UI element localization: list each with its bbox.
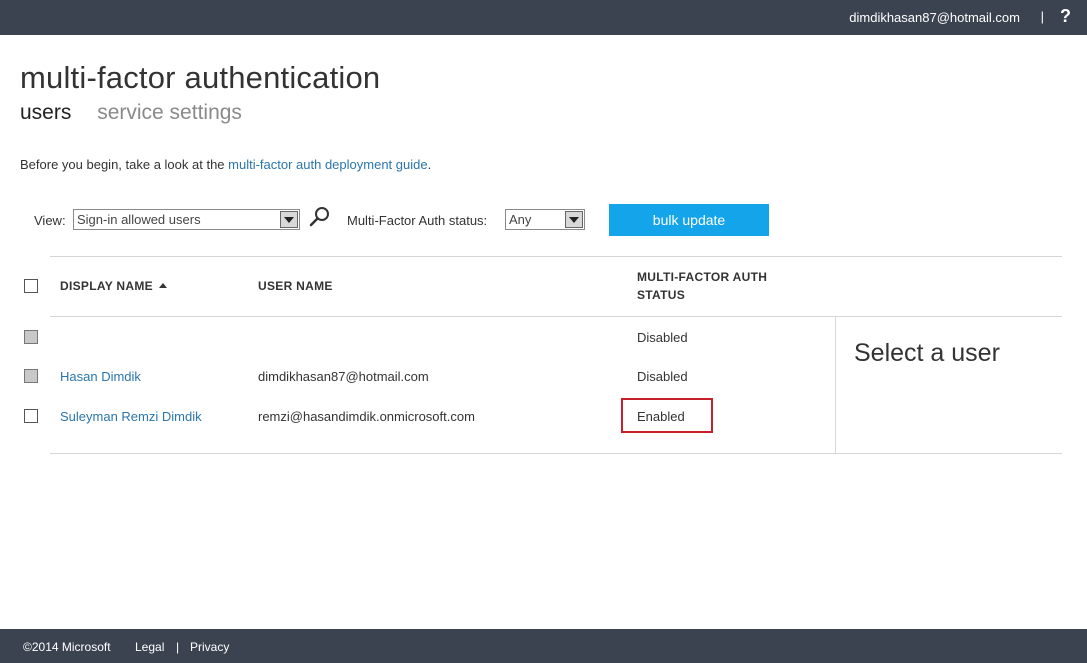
chevron-down-icon[interactable] [565, 211, 583, 228]
row-checkbox[interactable] [24, 369, 38, 383]
row-checkbox[interactable] [24, 330, 38, 344]
tab-users[interactable]: users [20, 101, 71, 124]
select-all-checkbox[interactable] [24, 279, 38, 293]
detail-panel-divider [835, 317, 836, 453]
account-name-link[interactable]: dimdikhasan87@hotmail.com [849, 10, 1020, 25]
help-icon[interactable]: ? [1060, 6, 1071, 27]
row-user-name: dimdikhasan87@hotmail.com [258, 369, 429, 384]
mfa-status-select-value: Any [509, 212, 532, 227]
intro-text: Before you begin, take a look at the mul… [20, 157, 431, 172]
header-divider [50, 316, 1062, 317]
chevron-down-icon[interactable] [280, 211, 298, 228]
column-header-mfa-status-line1[interactable]: MULTI-FACTOR AUTH [637, 270, 767, 284]
tab-service-settings[interactable]: service settings [97, 101, 242, 124]
row-checkbox[interactable] [24, 409, 38, 423]
footer-copyright: ©2014 Microsoft [23, 640, 111, 654]
column-header-mfa-status-line2[interactable]: STATUS [637, 288, 685, 302]
mfa-status-select[interactable]: Any [505, 209, 585, 230]
intro-text-end: . [427, 157, 432, 172]
footer-privacy-link[interactable]: Privacy [190, 640, 229, 654]
table-top-border [50, 256, 1062, 257]
search-icon[interactable] [309, 206, 331, 228]
deployment-guide-link[interactable]: multi-factor auth deployment guide [228, 157, 427, 172]
view-select[interactable]: Sign-in allowed users [73, 209, 300, 230]
footer: ©2014 Microsoft Legal | Privacy [0, 629, 1087, 663]
footer-separator: | [176, 640, 180, 654]
topbar-separator: | [1040, 9, 1044, 24]
view-label: View: [34, 213, 66, 228]
intro-text-start: Before you begin, take a look at the [20, 157, 229, 172]
table-bottom-border [50, 453, 1062, 454]
filter-row: View: Sign-in allowed users Multi-Factor… [34, 204, 774, 236]
page-title: multi-factor authentication [20, 60, 381, 95]
row-user-name: remzi@hasandimdik.onmicrosoft.com [258, 409, 475, 424]
sort-ascending-icon [158, 283, 167, 288]
row-display-name[interactable]: Hasan Dimdik [60, 369, 141, 384]
column-header-user-name[interactable]: USER NAME [258, 279, 333, 293]
footer-legal-link[interactable]: Legal [135, 640, 164, 654]
column-header-display-name-label: DISPLAY NAME [60, 279, 153, 293]
status-highlight-box [621, 398, 713, 433]
column-header-display-name[interactable]: DISPLAY NAME [60, 279, 167, 293]
mfa-status-label: Multi-Factor Auth status: [347, 213, 488, 228]
row-display-name[interactable]: Suleyman Remzi Dimdik [60, 409, 202, 424]
detail-panel-placeholder: Select a user [854, 339, 1000, 367]
row-mfa-status: Disabled [637, 369, 688, 384]
top-bar: dimdikhasan87@hotmail.com | ? [0, 0, 1087, 35]
pivot-tabs: users service settings [20, 101, 262, 125]
row-mfa-status: Disabled [637, 330, 688, 345]
view-select-value: Sign-in allowed users [77, 212, 201, 227]
bulk-update-button[interactable]: bulk update [609, 204, 769, 236]
